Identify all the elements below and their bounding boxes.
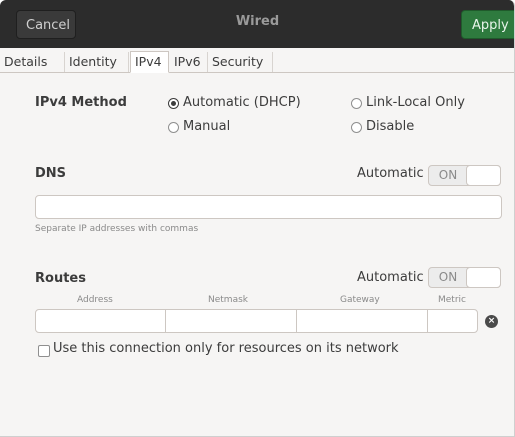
- route-metric-input[interactable]: [427, 309, 478, 333]
- tab-details[interactable]: Details: [0, 52, 65, 72]
- switch-knob: [466, 267, 501, 288]
- routes-automatic-label: Automatic: [357, 270, 424, 285]
- wired-settings-dialog: Cancel Wired Apply Details Identity IPv4…: [0, 0, 515, 437]
- radio-indicator-icon: [168, 98, 179, 109]
- radio-link-local-only-label: Link-Local Only: [366, 95, 465, 110]
- routes-heading: Routes: [35, 271, 86, 286]
- column-header-netmask: Netmask: [208, 295, 248, 305]
- route-netmask-input[interactable]: [165, 309, 297, 333]
- route-address-input[interactable]: [35, 309, 166, 333]
- switch-knob: [466, 165, 501, 186]
- restrict-to-network-label: Use this connection only for resources o…: [53, 341, 399, 356]
- route-gateway-input[interactable]: [296, 309, 428, 333]
- dns-automatic-label: Automatic: [357, 166, 424, 181]
- switch-state-label: ON: [438, 168, 458, 182]
- radio-automatic-dhcp-label: Automatic (DHCP): [183, 95, 301, 110]
- switch-state-label: ON: [438, 270, 458, 284]
- routes-automatic-switch[interactable]: ON: [428, 267, 501, 288]
- apply-button[interactable]: Apply: [461, 10, 514, 39]
- checkbox-indicator-icon: [38, 345, 50, 357]
- ipv4-settings-panel: IPv4 Method Automatic (DHCP) Link-Local …: [0, 73, 514, 436]
- tab-ipv6[interactable]: IPv6: [170, 52, 208, 72]
- dns-heading: DNS: [35, 166, 67, 181]
- tab-ipv4[interactable]: IPv4: [130, 51, 169, 73]
- dns-hint: Separate IP addresses with commas: [35, 224, 199, 234]
- dns-automatic-switch[interactable]: ON: [428, 165, 501, 186]
- radio-indicator-icon: [351, 98, 362, 109]
- dialog-title: Wired: [235, 14, 280, 29]
- radio-disable-label: Disable: [366, 119, 415, 134]
- radio-indicator-icon: [168, 122, 179, 133]
- radio-manual-label: Manual: [183, 119, 231, 134]
- tab-security[interactable]: Security: [208, 52, 273, 72]
- column-header-gateway: Gateway: [340, 295, 380, 305]
- column-header-metric: Metric: [438, 295, 466, 305]
- radio-indicator-icon: [351, 122, 362, 133]
- delete-route-icon[interactable]: ×: [485, 315, 498, 328]
- dns-input[interactable]: [35, 195, 502, 219]
- tab-bar: Details Identity IPv4 IPv6 Security: [0, 48, 514, 73]
- column-header-address: Address: [77, 295, 113, 305]
- header-bar: Cancel Wired Apply: [0, 0, 514, 48]
- tab-identity[interactable]: Identity: [65, 52, 129, 72]
- ipv4-method-label: IPv4 Method: [35, 95, 127, 110]
